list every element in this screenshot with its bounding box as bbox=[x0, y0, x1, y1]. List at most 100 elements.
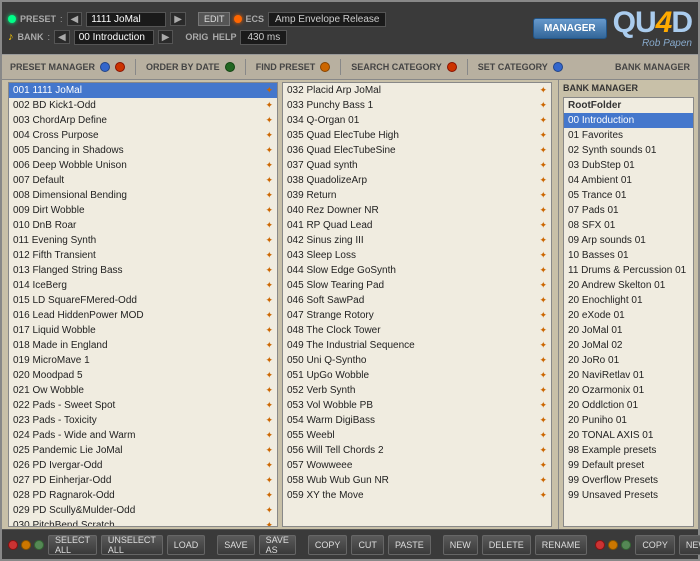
list-item[interactable]: 20 TONAL AXIS 01 bbox=[564, 428, 693, 443]
list-item[interactable]: 048 The Clock Tower✦ bbox=[283, 323, 551, 338]
list-item[interactable]: 055 Weebl✦ bbox=[283, 428, 551, 443]
bank-next-btn[interactable]: ▶ bbox=[158, 30, 174, 44]
list-item[interactable]: 053 Vol Wobble PB✦ bbox=[283, 398, 551, 413]
list-item[interactable]: 024 Pads - Wide and Warm✦ bbox=[9, 428, 277, 443]
manager-button[interactable]: MANAGER bbox=[533, 18, 607, 39]
list-item[interactable]: 011 Evening Synth✦ bbox=[9, 233, 277, 248]
list-item[interactable]: 044 Slow Edge GoSynth✦ bbox=[283, 263, 551, 278]
list-item[interactable]: 043 Sleep Loss✦ bbox=[283, 248, 551, 263]
list-item[interactable]: 058 Wub Wub Gun NR✦ bbox=[283, 473, 551, 488]
bank-copy-button[interactable]: COPY bbox=[635, 535, 675, 555]
preset-next-btn[interactable]: ▶ bbox=[170, 12, 186, 26]
list-item[interactable]: 049 The Industrial Sequence✦ bbox=[283, 338, 551, 353]
list-item[interactable]: 054 Warm DigiBass✦ bbox=[283, 413, 551, 428]
list-item[interactable]: RootFolder bbox=[564, 98, 693, 113]
list-item[interactable]: 014 IceBerg✦ bbox=[9, 278, 277, 293]
list-item[interactable]: 006 Deep Wobble Unison✦ bbox=[9, 158, 277, 173]
list-item[interactable]: 007 Default✦ bbox=[9, 173, 277, 188]
list-item[interactable]: 033 Punchy Bass 1✦ bbox=[283, 98, 551, 113]
list-item[interactable]: 20 Enochlight 01 bbox=[564, 293, 693, 308]
list-item[interactable]: 20 eXode 01 bbox=[564, 308, 693, 323]
list-item[interactable]: 003 ChordArp Define✦ bbox=[9, 113, 277, 128]
list-item[interactable]: 046 Soft SawPad✦ bbox=[283, 293, 551, 308]
list-item[interactable]: 021 Ow Wobble✦ bbox=[9, 383, 277, 398]
list-item[interactable]: 02 Synth sounds 01 bbox=[564, 143, 693, 158]
list-item[interactable]: 052 Verb Synth✦ bbox=[283, 383, 551, 398]
list-item[interactable]: 040 Rez Downer NR✦ bbox=[283, 203, 551, 218]
set-category-dot[interactable] bbox=[553, 62, 563, 72]
list-item[interactable]: 038 QuadolizeArp✦ bbox=[283, 173, 551, 188]
list-item[interactable]: 004 Cross Purpose✦ bbox=[9, 128, 277, 143]
list-item[interactable]: 07 Pads 01 bbox=[564, 203, 693, 218]
list-item[interactable]: 012 Fifth Transient✦ bbox=[9, 248, 277, 263]
list-item[interactable]: 050 Uni Q-Syntho✦ bbox=[283, 353, 551, 368]
save-as-button[interactable]: SAVE AS bbox=[259, 535, 296, 555]
list-item[interactable]: 027 PD Einherjar-Odd✦ bbox=[9, 473, 277, 488]
list-item[interactable]: 20 Ozarmonix 01 bbox=[564, 383, 693, 398]
list-item[interactable]: 99 Overflow Presets bbox=[564, 473, 693, 488]
list-item[interactable]: 20 JoMal 01 bbox=[564, 323, 693, 338]
list-item[interactable]: 20 JoRo 01 bbox=[564, 353, 693, 368]
search-category-dot[interactable] bbox=[447, 62, 457, 72]
list-item[interactable]: 023 Pads - Toxicity✦ bbox=[9, 413, 277, 428]
list-item[interactable]: 20 Puniho 01 bbox=[564, 413, 693, 428]
preset-manager-dot2[interactable] bbox=[115, 62, 125, 72]
list-item[interactable]: 019 MicroMave 1✦ bbox=[9, 353, 277, 368]
list-item[interactable]: 034 Q-Organ 01✦ bbox=[283, 113, 551, 128]
list-item[interactable]: 99 Default preset bbox=[564, 458, 693, 473]
list-item[interactable]: 045 Slow Tearing Pad✦ bbox=[283, 278, 551, 293]
list-item[interactable]: 08 SFX 01 bbox=[564, 218, 693, 233]
select-all-button[interactable]: SELECT ALL bbox=[48, 535, 97, 555]
list-item[interactable]: 20 NaviRetlav 01 bbox=[564, 368, 693, 383]
list-item[interactable]: 028 PD Ragnarok-Odd✦ bbox=[9, 488, 277, 503]
list-item[interactable]: 029 PD Scully&Mulder-Odd✦ bbox=[9, 503, 277, 518]
list-item[interactable]: 036 Quad ElecTubeSine✦ bbox=[283, 143, 551, 158]
list-item[interactable]: 10 Basses 01 bbox=[564, 248, 693, 263]
unselect-all-button[interactable]: UNSELECT ALL bbox=[101, 535, 163, 555]
list-item[interactable]: 09 Arp sounds 01 bbox=[564, 233, 693, 248]
preset-manager-dot[interactable] bbox=[100, 62, 110, 72]
copy-button[interactable]: COPY bbox=[308, 535, 348, 555]
save-button[interactable]: SAVE bbox=[217, 535, 254, 555]
list-item[interactable]: 032 Placid Arp JoMal✦ bbox=[283, 83, 551, 98]
list-item[interactable]: 035 Quad ElecTube High✦ bbox=[283, 128, 551, 143]
cut-button[interactable]: CUT bbox=[351, 535, 384, 555]
list-item[interactable]: 009 Dirt Wobble✦ bbox=[9, 203, 277, 218]
list-item[interactable]: 00 Introduction bbox=[564, 113, 693, 128]
list-item[interactable]: 015 LD SquareFMered-Odd✦ bbox=[9, 293, 277, 308]
list-item[interactable]: 03 DubStep 01 bbox=[564, 158, 693, 173]
list-item[interactable]: 041 RP Quad Lead✦ bbox=[283, 218, 551, 233]
preset-prev-btn[interactable]: ◀ bbox=[67, 12, 83, 26]
edit-btn[interactable]: EDIT bbox=[198, 12, 231, 26]
list-item[interactable]: 98 Example presets bbox=[564, 443, 693, 458]
bank-prev-btn[interactable]: ◀ bbox=[54, 30, 70, 44]
list-item[interactable]: 037 Quad synth✦ bbox=[283, 158, 551, 173]
list-item[interactable]: 039 Return✦ bbox=[283, 188, 551, 203]
list-item[interactable]: 018 Made in England✦ bbox=[9, 338, 277, 353]
find-preset-dot[interactable] bbox=[320, 62, 330, 72]
list-item[interactable]: 005 Dancing in Shadows✦ bbox=[9, 143, 277, 158]
list-item[interactable]: 05 Trance 01 bbox=[564, 188, 693, 203]
list-item[interactable]: 017 Liquid Wobble✦ bbox=[9, 323, 277, 338]
order-date-dot[interactable] bbox=[225, 62, 235, 72]
list-item[interactable]: 051 UpGo Wobble✦ bbox=[283, 368, 551, 383]
list-item[interactable]: 056 Will Tell Chords 2✦ bbox=[283, 443, 551, 458]
list-item[interactable]: 20 Andrew Skelton 01 bbox=[564, 278, 693, 293]
list-item[interactable]: 016 Lead HiddenPower MOD✦ bbox=[9, 308, 277, 323]
list-item[interactable]: 030 PitchBend Scratch✦ bbox=[9, 518, 277, 527]
list-item[interactable]: 022 Pads - Sweet Spot✦ bbox=[9, 398, 277, 413]
new-button[interactable]: NEW bbox=[443, 535, 478, 555]
list-item[interactable]: 020 Moodpad 5✦ bbox=[9, 368, 277, 383]
list-item[interactable]: 04 Ambient 01 bbox=[564, 173, 693, 188]
list-item[interactable]: 025 Pandemic Lie JoMal✦ bbox=[9, 443, 277, 458]
list-item[interactable]: 010 DnB Roar✦ bbox=[9, 218, 277, 233]
list-item[interactable]: 059 XY the Move✦ bbox=[283, 488, 551, 503]
list-item[interactable]: 026 PD Ivergar-Odd✦ bbox=[9, 458, 277, 473]
list-item[interactable]: 008 Dimensional Bending✦ bbox=[9, 188, 277, 203]
list-item[interactable]: 11 Drums & Percussion 01 bbox=[564, 263, 693, 278]
list-item[interactable]: 001 1111 JoMal✦ bbox=[9, 83, 277, 98]
bank-new-button[interactable]: NEW bbox=[679, 535, 700, 555]
list-item[interactable]: 047 Strange Rotory✦ bbox=[283, 308, 551, 323]
list-item[interactable]: 057 Wowweee✦ bbox=[283, 458, 551, 473]
delete-button[interactable]: DELETE bbox=[482, 535, 531, 555]
